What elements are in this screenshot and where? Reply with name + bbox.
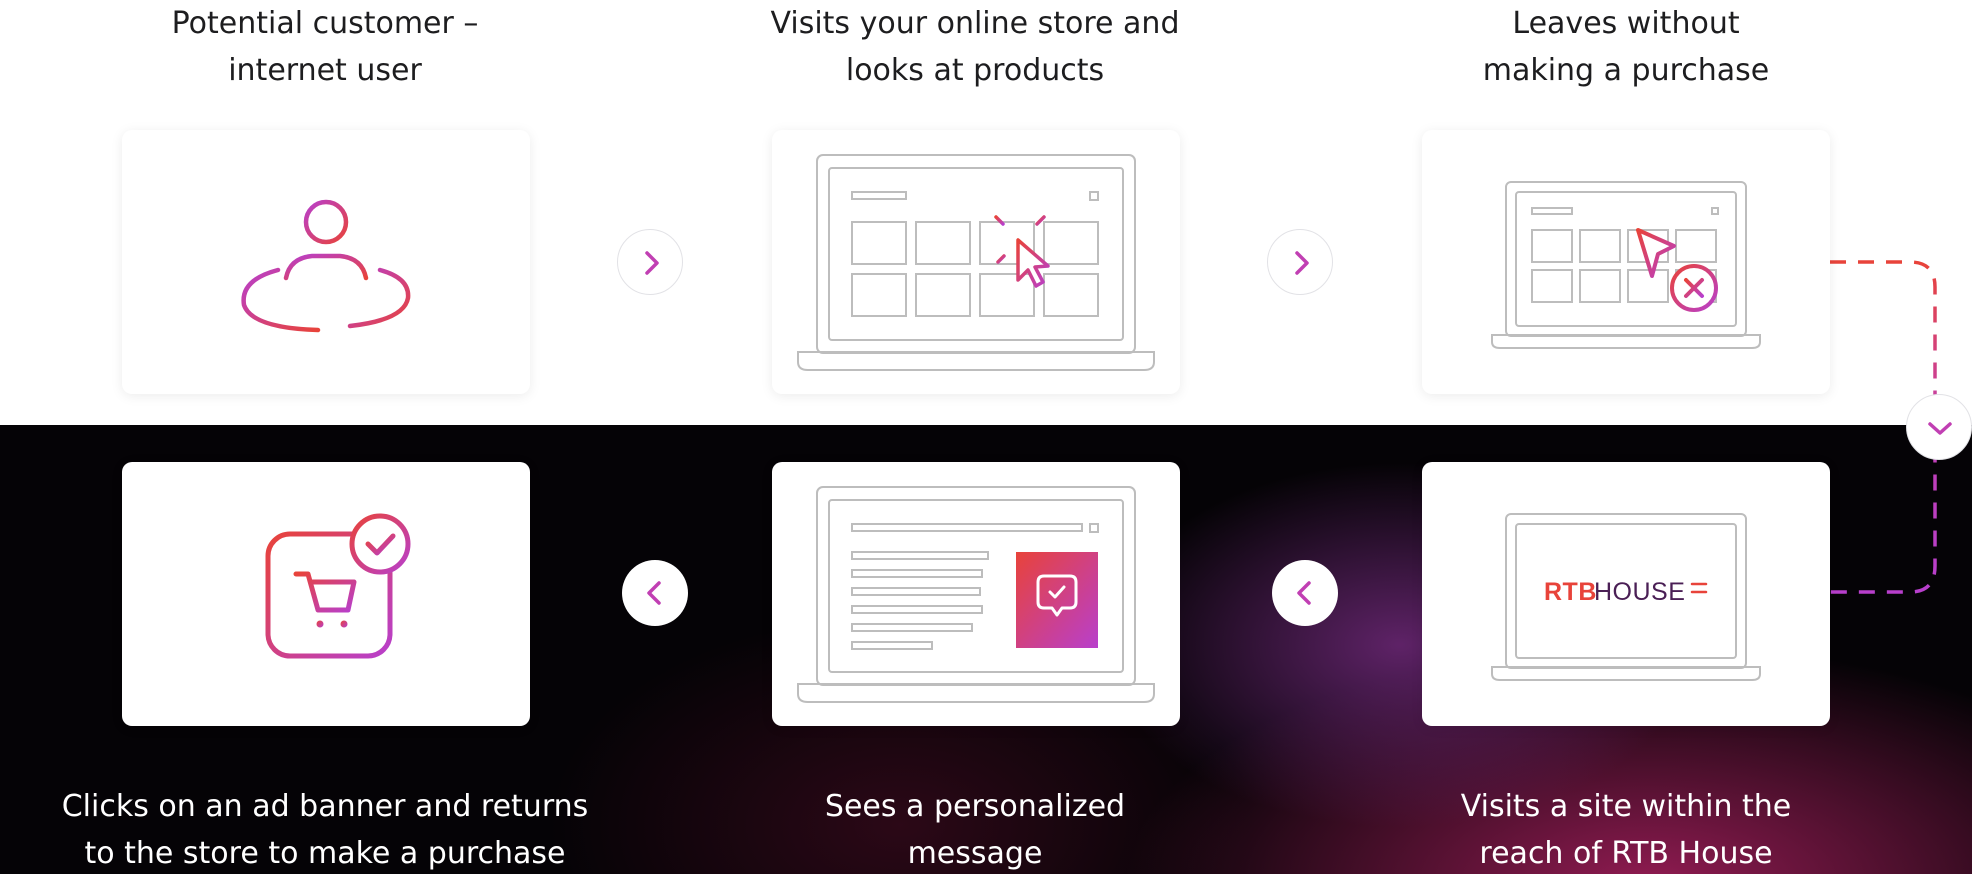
step-6-card [122,462,530,726]
down-arrow-button[interactable] [1906,394,1972,460]
chevron-right-icon [645,251,659,275]
step-5-card [772,462,1180,726]
logo-rtb: RTB [1544,578,1597,606]
cart-check-icon [265,513,411,659]
back-arrow-button[interactable] [1272,560,1338,626]
step-2-card [772,130,1180,394]
chevron-left-icon [1297,581,1311,605]
user-icon [241,199,411,333]
next-arrow-button[interactable] [1267,229,1333,295]
back-arrow-button[interactable] [622,560,688,626]
next-arrow-button[interactable] [617,229,683,295]
step-4-caption: Visits a site within the reach of RTB Ho… [1460,789,1792,871]
laptop-message-icon [797,486,1155,703]
logo-house: HOUSE [1594,578,1686,606]
step-5-caption: Sees a personalized message [824,789,1126,871]
step-1-card [122,130,530,394]
step-1-caption: Potential customer – internet user [171,6,479,88]
chevron-right-icon [1295,251,1309,275]
step-3-caption: Leaves without making a purchase [1482,6,1770,88]
chevron-left-icon [647,581,661,605]
step-2-caption: Visits your online store and looks at pr… [770,6,1180,88]
logo-mark-icon [1690,582,1708,594]
laptop-store-icon [797,154,1155,371]
step-6-caption: Clicks on an ad banner and returns to th… [61,789,589,871]
laptop-leave-icon [1491,181,1761,349]
chevron-down-icon [1928,422,1952,435]
step-4-card: RTB HOUSE [1422,462,1830,726]
step-3-card [1422,130,1830,394]
